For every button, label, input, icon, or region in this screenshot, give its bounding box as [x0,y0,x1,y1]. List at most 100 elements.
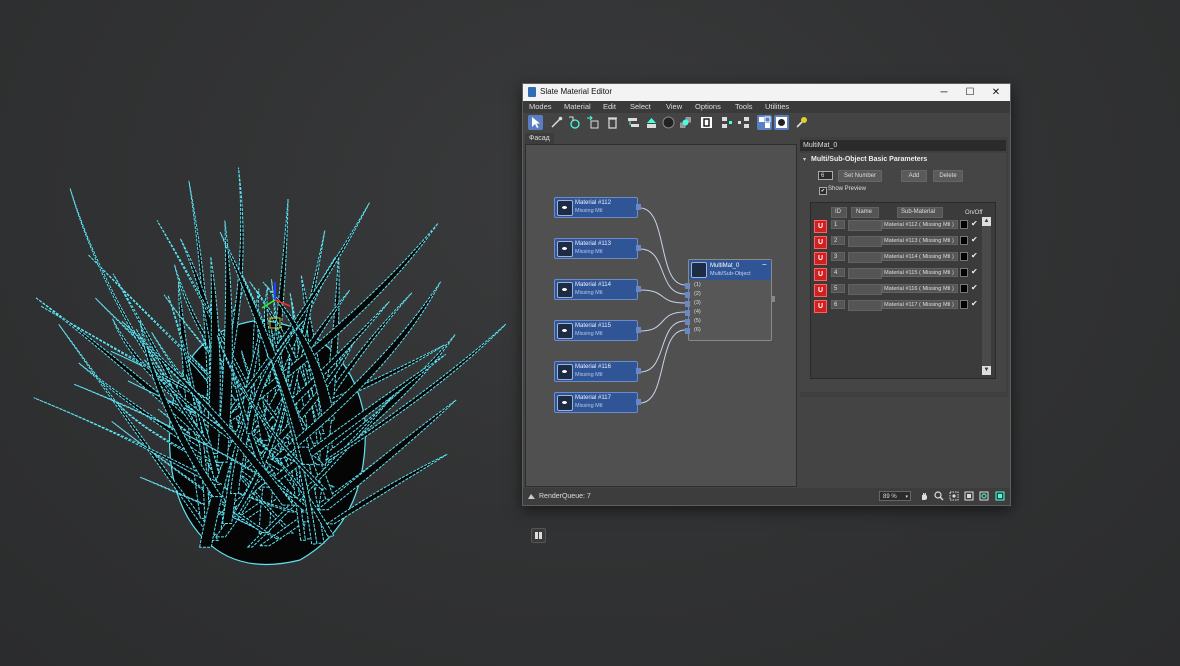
output-port[interactable] [636,399,641,405]
color-swatch[interactable] [960,284,968,293]
row-submaterial-button[interactable]: Material #113 ( Missing Mtl ) [882,236,958,245]
tab-view-facade[interactable]: Фасад [525,133,554,144]
row-name-field[interactable] [848,220,882,231]
submaterial-row[interactable]: U 6 Material #117 ( Missing Mtl ) ✔ [811,298,995,313]
multimat-node-header[interactable]: MultiMat_0 Multi/Sub-Object − [689,260,771,280]
material-name-field[interactable]: MultiMat_0 [800,140,1006,151]
row-submaterial-button[interactable]: Material #114 ( Missing Mtl ) [882,252,958,261]
menu-material[interactable]: Material [564,102,591,111]
color-swatch[interactable] [960,252,968,261]
menu-view[interactable]: View [666,102,682,111]
close-button[interactable]: ✕ [983,85,1009,100]
selected-plant-object[interactable] [33,167,507,566]
material-node[interactable]: Material #114 Missing Mtl [554,279,641,300]
maximize-viewport-icon[interactable] [995,491,1005,501]
show-background-icon[interactable] [678,115,693,130]
row-name-field[interactable] [848,300,882,311]
sample-slot-icon[interactable]: U [814,220,827,233]
row-name-field[interactable] [848,236,882,247]
input-port[interactable] [685,301,690,307]
select-tool-icon[interactable] [528,115,543,130]
move-children-icon[interactable] [626,115,641,130]
row-name-field[interactable] [848,284,882,295]
row-id[interactable]: 4 [831,268,845,277]
minimize-button[interactable]: ─ [931,85,957,100]
maximize-button[interactable]: ☐ [957,85,983,100]
input-port[interactable] [685,328,690,334]
parameter-editor-icon[interactable] [774,115,789,130]
pick-material-icon[interactable] [549,115,564,130]
show-preview-checkbox[interactable]: ✔ [819,187,827,195]
row-id[interactable]: 2 [831,236,845,245]
row-submaterial-button[interactable]: Material #115 ( Missing Mtl ) [882,268,958,277]
sample-slot-icon[interactable]: U [814,236,827,249]
row-id[interactable]: 1 [831,220,845,229]
zoom-extents-selected-icon[interactable] [979,491,989,501]
set-number-button[interactable]: Set Number [838,170,882,182]
input-port[interactable] [685,292,690,298]
layout-all-icon[interactable] [719,115,734,130]
input-port[interactable] [685,319,690,325]
material-node[interactable]: Material #116 Missing Mtl [554,361,641,382]
color-swatch[interactable] [960,300,968,309]
menu-select[interactable]: Select [630,102,651,111]
row-onoff-checkbox[interactable]: ✔ [971,251,978,260]
row-id[interactable]: 3 [831,252,845,261]
material-node[interactable]: Material #113 Missing Mtl [554,238,641,259]
slate-material-editor-window[interactable]: Slate Material Editor ─ ☐ ✕ Modes Materi… [522,83,1011,543]
sample-slot-icon[interactable]: U [814,252,827,265]
output-port[interactable] [636,286,641,292]
add-button[interactable]: Add [901,170,927,182]
list-scrollbar[interactable]: ▲ ▼ [982,217,991,375]
zoom-extents-icon[interactable] [964,491,974,501]
scroll-down-button[interactable]: ▼ [982,366,991,375]
output-port[interactable] [636,204,641,210]
put-to-scene-icon[interactable] [567,115,582,130]
zoom-dropdown[interactable]: 89 % ▾ [879,491,911,501]
input-port[interactable] [685,310,690,316]
viewport-plant-render[interactable] [0,0,520,666]
output-port[interactable] [771,296,775,302]
input-port[interactable] [685,283,690,289]
navigator-toggle-button[interactable] [531,528,546,543]
collapse-node-button[interactable]: − [762,260,767,269]
color-swatch[interactable] [960,268,968,277]
row-submaterial-button[interactable]: Material #117 ( Missing Mtl ) [882,300,958,309]
show-shaded-icon[interactable] [661,115,676,130]
material-count-field[interactable]: 6 [818,171,833,180]
sample-slot-icon[interactable]: U [814,268,827,281]
zoom-icon[interactable] [934,491,944,501]
node-view-canvas[interactable]: Material #112 Missing Mtl Material #113 … [525,144,797,543]
row-submaterial-button[interactable]: Material #112 ( Missing Mtl ) [882,220,958,229]
rollout-toggle-icon[interactable]: ▾ [803,156,806,163]
submaterial-row[interactable]: U 5 Material #116 ( Missing Mtl ) ✔ [811,282,995,297]
row-onoff-checkbox[interactable]: ✔ [971,267,978,276]
sample-slot-icon[interactable]: U [814,284,827,297]
select-by-material-icon[interactable] [794,115,809,130]
submaterial-row[interactable]: U 4 Material #115 ( Missing Mtl ) ✔ [811,266,995,281]
assign-to-selection-icon[interactable] [585,115,600,130]
sample-slot-icon[interactable]: U [814,300,827,313]
color-swatch[interactable] [960,220,968,229]
output-port[interactable] [636,327,641,333]
menu-tools[interactable]: Tools [735,102,753,111]
row-id[interactable]: 5 [831,284,845,293]
row-onoff-checkbox[interactable]: ✔ [971,219,978,228]
submaterial-row[interactable]: U 1 Material #112 ( Missing Mtl ) ✔ [811,218,995,233]
menu-edit[interactable]: Edit [603,102,616,111]
show-end-result-icon[interactable] [699,115,714,130]
material-map-navigator-icon[interactable] [757,115,772,130]
material-node[interactable]: Material #112 Missing Mtl [554,197,641,218]
row-onoff-checkbox[interactable]: ✔ [971,299,978,308]
menu-options[interactable]: Options [695,102,721,111]
submaterial-row[interactable]: U 2 Material #113 ( Missing Mtl ) ✔ [811,234,995,249]
title-bar[interactable]: Slate Material Editor ─ ☐ ✕ [523,84,1010,101]
multimat-node[interactable]: MultiMat_0 Multi/Sub-Object − (1) (2) (3… [685,259,775,341]
row-submaterial-button[interactable]: Material #116 ( Missing Mtl ) [882,284,958,293]
output-port[interactable] [636,368,641,374]
submaterial-row[interactable]: U 3 Material #114 ( Missing Mtl ) ✔ [811,250,995,265]
row-name-field[interactable] [848,268,882,279]
row-name-field[interactable] [848,252,882,263]
color-swatch[interactable] [960,236,968,245]
menu-utilities[interactable]: Utilities [765,102,789,111]
